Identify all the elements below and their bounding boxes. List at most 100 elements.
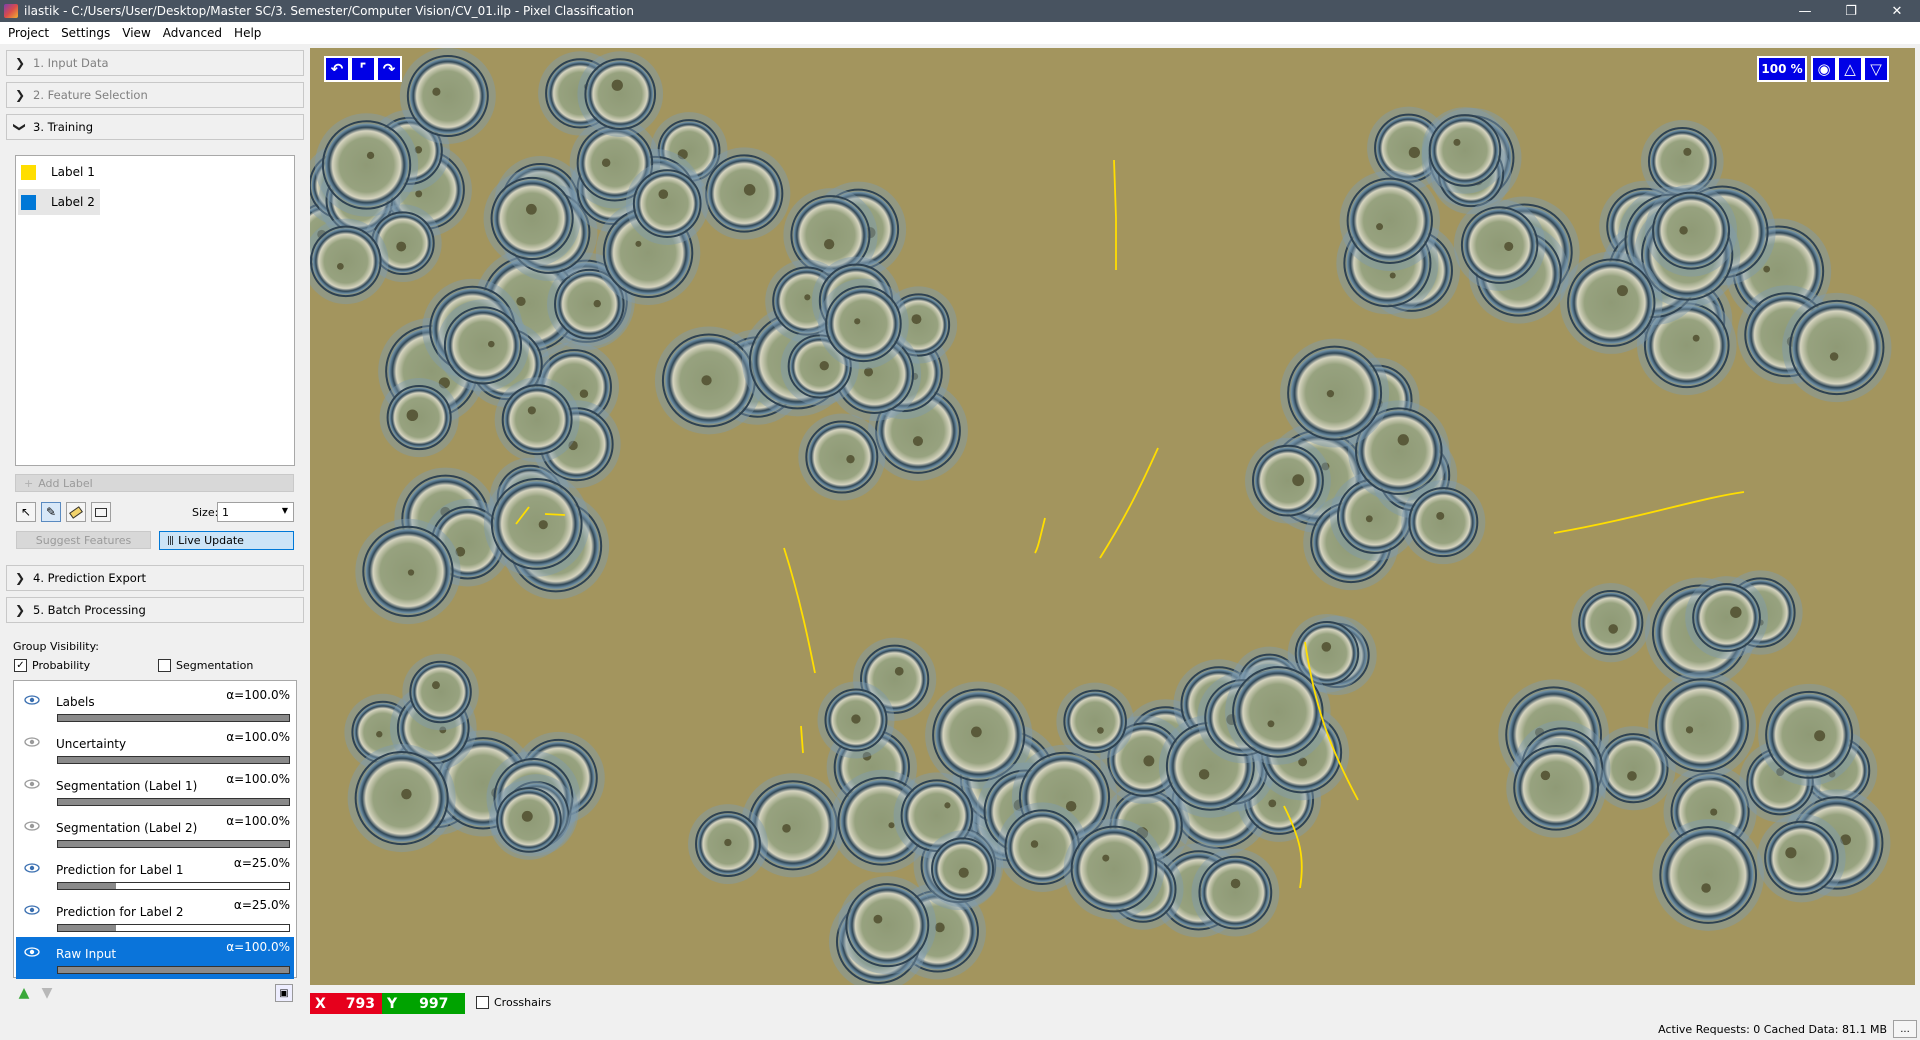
cell — [490, 176, 574, 260]
swap-axes-button[interactable]: ⌜ — [350, 56, 376, 82]
minimize-view-button[interactable]: ▽ — [1863, 56, 1889, 82]
eye-open-icon[interactable] — [24, 946, 40, 958]
brush-size-value: 1 — [222, 505, 229, 519]
maximize-view-button[interactable]: △ — [1837, 56, 1863, 82]
layer-opacity: α=25.0% — [233, 898, 290, 912]
move-layer-down-button[interactable]: ▼ — [38, 984, 56, 1002]
brush-tool-button[interactable]: ✎ — [41, 502, 61, 522]
crosshairs-checkbox[interactable]: Crosshairs — [476, 996, 551, 1009]
brush-size-select[interactable]: 1 ▼ — [217, 502, 294, 522]
menu-help[interactable]: Help — [228, 22, 267, 44]
close-button[interactable]: ✕ — [1874, 0, 1920, 22]
eye-open-icon[interactable] — [24, 862, 40, 874]
layer-options-icon: ▣ — [279, 987, 289, 999]
opacity-fill — [58, 967, 289, 973]
eye-open-icon[interactable] — [24, 694, 40, 706]
box-tool-button[interactable] — [91, 502, 111, 522]
layer-opacity: α=100.0% — [226, 940, 290, 954]
menu-project[interactable]: Project — [2, 22, 55, 44]
navigation-tool-button[interactable]: ↖ — [16, 502, 36, 522]
layer-row[interactable]: Labels α=100.0% — [16, 685, 294, 727]
eye-open-icon[interactable] — [24, 904, 40, 916]
label-item-2[interactable]: Label 2 — [18, 189, 100, 215]
layer-opacity-bar[interactable] — [57, 798, 290, 806]
cell — [490, 478, 583, 570]
checkbox-checked-icon[interactable]: ✓ — [14, 659, 27, 672]
label-color-swatch[interactable] — [21, 194, 36, 210]
layer-row[interactable]: Uncertainty α=100.0% — [16, 727, 294, 769]
layer-opacity-bar[interactable] — [57, 882, 290, 890]
screenshot-button[interactable]: ◉ — [1811, 56, 1837, 82]
suggest-features-button[interactable]: Suggest Features — [16, 531, 151, 549]
opacity-fill — [58, 925, 116, 931]
restore-button[interactable]: ❐ — [1828, 0, 1874, 22]
rotate-right-button[interactable]: ↷ — [376, 56, 402, 82]
cell-granule — [1326, 389, 1335, 398]
label-stroke — [800, 725, 804, 754]
eye-closed-icon[interactable] — [24, 820, 40, 832]
move-layer-up-button[interactable]: ▲ — [15, 984, 33, 1002]
cell — [845, 883, 930, 968]
cell — [1198, 855, 1273, 930]
applet-input-data[interactable]: ❯ 1. Input Data — [6, 50, 304, 76]
cell-granule — [521, 810, 533, 822]
layer-row[interactable]: Segmentation (Label 1) α=100.0% — [16, 769, 294, 811]
chevron-right-icon: ❯ — [14, 88, 26, 102]
y-label: Y — [387, 995, 398, 1012]
cell-granule — [934, 922, 945, 933]
label-item-1[interactable]: Label 1 — [18, 159, 100, 185]
cell-granule — [873, 914, 883, 924]
layer-opacity-bar[interactable] — [57, 756, 290, 764]
checkbox-unchecked-icon[interactable] — [158, 659, 171, 672]
live-update-button[interactable]: ||| Live Update — [159, 531, 294, 550]
camera-icon: ◉ — [1817, 60, 1831, 78]
layer-settings-button[interactable]: ▣ — [275, 984, 293, 1002]
title-bar: ilastik - C:/Users/User/Desktop/Master S… — [0, 0, 1920, 22]
cell-granule — [658, 189, 669, 199]
layer-name: Prediction for Label 2 — [56, 905, 184, 919]
layer-row[interactable]: Segmentation (Label 2) α=100.0% — [16, 811, 294, 853]
cell — [1460, 206, 1539, 284]
probability-checkbox[interactable]: ✓ Probability — [14, 659, 90, 672]
triangle-down-icon: ▽ — [1870, 60, 1882, 78]
add-label-button[interactable]: + Add Label — [15, 474, 294, 492]
plus-icon: + — [24, 476, 34, 490]
cell-granule — [823, 239, 835, 250]
cell-granule — [1365, 515, 1373, 523]
layer-row[interactable]: Prediction for Label 1 α=25.0% — [16, 853, 294, 895]
layer-opacity-bar[interactable] — [57, 840, 290, 848]
layer-opacity-bar[interactable] — [57, 924, 290, 932]
checkbox-unchecked-icon[interactable] — [476, 996, 489, 1009]
rotate-left-button[interactable]: ↶ — [324, 56, 350, 82]
eraser-tool-button[interactable] — [66, 502, 86, 522]
minimize-button[interactable]: — — [1782, 0, 1828, 22]
size-label: Size: — [192, 506, 219, 519]
memory-details-button[interactable]: ... — [1893, 1020, 1917, 1038]
menu-view[interactable]: View — [116, 22, 156, 44]
layer-row[interactable]: Prediction for Label 2 α=25.0% — [16, 895, 294, 937]
applet-feature-selection[interactable]: ❯ 2. Feature Selection — [6, 82, 304, 108]
layer-opacity-bar[interactable] — [57, 966, 290, 974]
label-stroke — [1113, 159, 1117, 270]
eye-closed-icon[interactable] — [24, 778, 40, 790]
cell-granule — [854, 318, 861, 325]
menu-settings[interactable]: Settings — [55, 22, 116, 44]
cell-granule — [1540, 770, 1551, 781]
layer-opacity-bar[interactable] — [57, 714, 290, 722]
applet-batch-processing[interactable]: ❯ 5. Batch Processing — [6, 597, 304, 623]
dropdown-arrow-icon: ▼ — [281, 506, 288, 515]
applet-prediction-export[interactable]: ❯ 4. Prediction Export — [6, 565, 304, 591]
cell-granule — [971, 726, 982, 738]
cell — [310, 225, 382, 298]
label-color-swatch[interactable] — [21, 164, 36, 180]
layer-row[interactable]: Raw Input α=100.0% — [16, 937, 294, 979]
image-viewer[interactable]: ↶ ⌜ ↷ 100 % ◉ △ ▽ — [310, 48, 1915, 985]
applet-training[interactable]: ❯ 3. Training — [6, 114, 304, 140]
zoom-level-button[interactable]: 100 % — [1757, 56, 1807, 82]
live-update-text: Live Update — [178, 534, 244, 547]
segmentation-checkbox[interactable]: Segmentation — [158, 659, 253, 672]
microscopy-image[interactable] — [310, 48, 1915, 985]
eye-closed-icon[interactable] — [24, 736, 40, 748]
cell-granule — [1679, 226, 1688, 235]
menu-advanced[interactable]: Advanced — [157, 22, 228, 44]
